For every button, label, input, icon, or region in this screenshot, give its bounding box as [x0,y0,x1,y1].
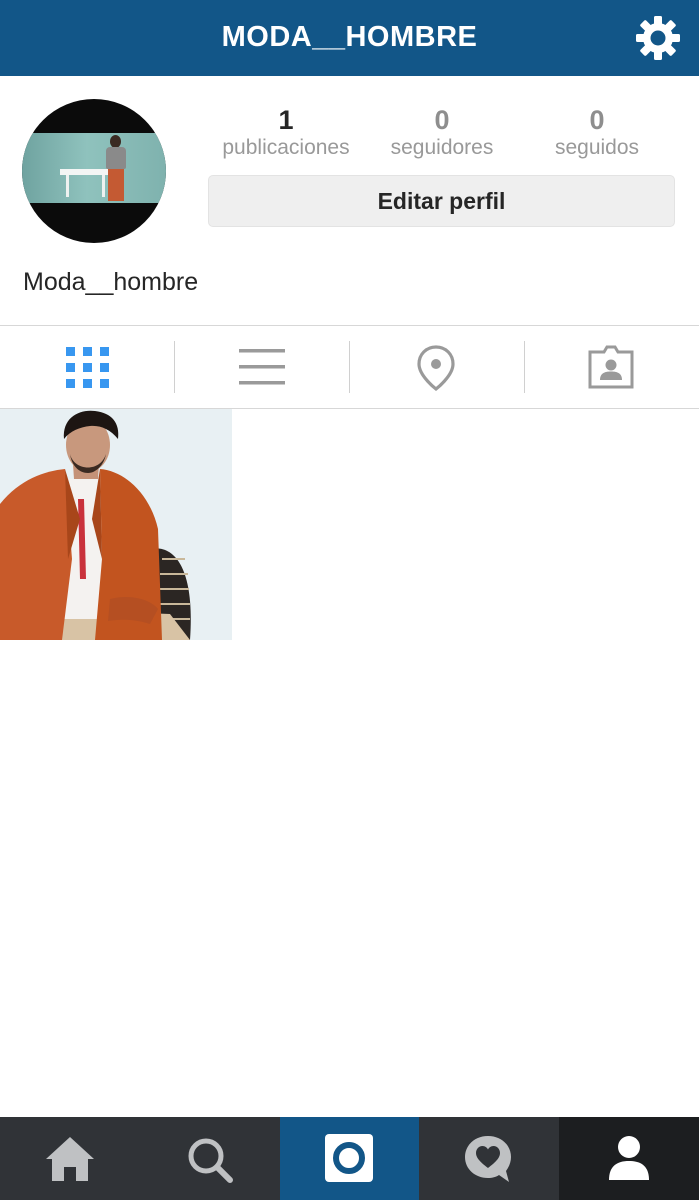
nav-profile[interactable] [559,1117,699,1200]
grid-icon [66,347,109,388]
tab-tagged[interactable] [525,326,699,408]
location-pin-icon [417,345,455,391]
followers-count[interactable]: 0 seguidores [362,104,522,160]
top-bar: MODA__HOMBRE [0,0,699,76]
camera-icon [325,1134,373,1182]
posts-count-value: 1 [278,105,294,135]
tagged-photos-icon [588,345,634,389]
heart-bubble-icon [465,1136,511,1182]
avatar-photo [22,133,166,203]
posts-count-label: publicaciones [222,136,350,159]
following-count[interactable]: 0 seguidos [517,104,677,160]
post-photo [0,409,232,640]
posts-count[interactable]: 1 publicaciones [206,104,366,160]
post-thumbnail[interactable] [0,409,232,640]
page-title: MODA__HOMBRE [221,21,478,53]
profile-username: Moda__hombre [23,268,199,296]
following-count-value: 0 [589,105,605,135]
list-icon [239,349,285,385]
nav-home[interactable] [0,1117,140,1200]
nav-activity[interactable] [419,1117,559,1200]
following-count-label: seguidos [554,136,640,159]
settings-button[interactable] [634,14,682,62]
nav-search[interactable] [140,1117,280,1200]
tab-grid[interactable] [0,326,174,408]
home-icon [46,1137,94,1181]
bottom-nav [0,1117,699,1200]
tab-map[interactable] [350,326,524,408]
followers-count-value: 0 [434,105,450,135]
profile-avatar[interactable] [22,99,166,243]
tab-list[interactable] [175,326,349,408]
gear-icon [636,16,680,60]
nav-camera[interactable] [280,1117,419,1200]
search-icon [188,1138,233,1183]
profile-icon [609,1136,649,1180]
edit-profile-button[interactable]: Editar perfil [208,175,675,227]
followers-count-label: seguidores [390,136,494,159]
